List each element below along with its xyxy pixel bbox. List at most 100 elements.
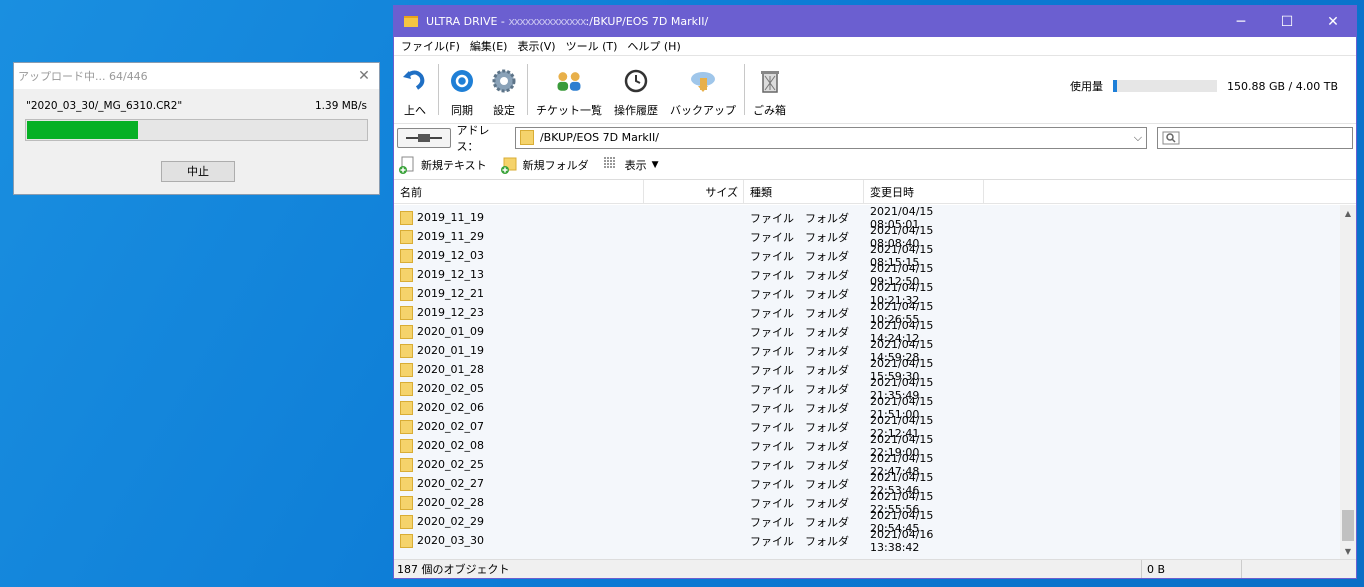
folder-icon — [400, 533, 413, 548]
column-header-modified[interactable]: 変更日時 — [864, 179, 984, 204]
search-icon — [1162, 131, 1180, 144]
address-input[interactable]: /BKUP/EOS 7D MarkII/ ⌵ — [514, 126, 1147, 149]
folder-icon — [400, 267, 413, 282]
backup-button[interactable]: バックアップ — [664, 56, 742, 123]
back-button[interactable] — [397, 127, 451, 148]
vertical-scrollbar[interactable]: ▲ ▼ — [1340, 205, 1356, 559]
table-row[interactable]: 2020_03_30 ファイル フォルダ 2021/04/16 13:38:42 — [394, 528, 1340, 554]
menu-tools[interactable]: ツール (T) — [561, 38, 623, 54]
close-window-icon[interactable]: ✕ — [1310, 6, 1356, 37]
file-name: 2019_12_23 — [417, 306, 484, 319]
sync-button[interactable]: 同期 — [441, 56, 483, 123]
file-name: 2020_02_07 — [417, 420, 484, 433]
file-name: 2019_12_03 — [417, 249, 484, 262]
new-text-button[interactable]: 新規テキスト — [399, 156, 487, 174]
scroll-up-icon[interactable]: ▲ — [1340, 205, 1356, 221]
folder-icon — [400, 229, 413, 244]
close-icon[interactable]: ✕ — [349, 68, 379, 84]
file-name: 2019_11_29 — [417, 230, 484, 243]
file-name-cell: 2020_02_28 — [394, 495, 644, 510]
toolbar-separator — [438, 64, 439, 115]
backup-label: バックアップ — [670, 104, 736, 117]
search-input[interactable] — [1156, 126, 1353, 149]
up-button[interactable]: 上へ — [394, 56, 436, 123]
folder-icon — [400, 438, 413, 453]
upload-dialog: アップロード中... 64/446 ✕ "2020_03_30/_MG_6310… — [13, 62, 380, 195]
column-header-type[interactable]: 種類 — [744, 179, 864, 204]
minimize-icon[interactable]: ─ — [1218, 6, 1264, 37]
file-name: 2020_01_28 — [417, 363, 484, 376]
history-button[interactable]: 操作履歴 — [608, 56, 664, 123]
connector-icon — [405, 133, 442, 142]
usage-bar-fill — [1112, 80, 1117, 92]
chevron-down-icon[interactable]: ⌵ — [1130, 131, 1146, 145]
settings-button[interactable]: 設定 — [483, 56, 525, 123]
file-type-cell: ファイル フォルダ — [750, 249, 849, 263]
file-name: 2020_03_30 — [417, 534, 484, 547]
file-type-cell: ファイル フォルダ — [750, 306, 849, 320]
view-label: 表示 — [624, 158, 647, 172]
menu-edit[interactable]: 編集(E) — [465, 38, 513, 54]
file-name-cell: 2020_01_28 — [394, 362, 644, 377]
trash-button[interactable]: ごみ箱 — [747, 56, 792, 123]
file-name: 2020_02_08 — [417, 439, 484, 452]
tickets-label: チケット一覧 — [536, 104, 602, 117]
ultra-drive-window: ULTRA DRIVE - xxxxxxxxxxxxxx:/BKUP/EOS 7… — [393, 5, 1357, 579]
file-list: 名前 サイズ 種類 変更日時 2019_11_19 ファイル フォルダ 2021/0… — [394, 179, 1356, 559]
up-label: 上へ — [404, 104, 426, 117]
upload-titlebar: アップロード中... 64/446 ✕ — [14, 63, 379, 89]
upload-progress-bar — [25, 119, 368, 141]
storage-usage: 使用量 150.88 GB / 4.00 TB — [1070, 78, 1338, 94]
upload-speed: 1.39 MB/s — [315, 100, 367, 112]
file-type-cell: ファイル フォルダ — [750, 458, 849, 472]
trash-icon — [755, 66, 785, 96]
settings-label: 設定 — [493, 104, 515, 117]
folder-icon — [519, 130, 534, 145]
address-value: /BKUP/EOS 7D MarkII/ — [539, 131, 659, 144]
view-menu-button[interactable]: 表示 ▼ — [603, 156, 659, 174]
folder-icon — [400, 419, 413, 434]
upload-filename: "2020_03_30/_MG_6310.CR2" — [26, 100, 183, 112]
folder-icon — [400, 476, 413, 491]
tickets-button[interactable]: チケット一覧 — [530, 56, 608, 123]
file-date-cell: 2021/04/16 13:38:42 — [870, 527, 934, 554]
file-type-cell: ファイル フォルダ — [750, 230, 849, 244]
menu-help[interactable]: ヘルプ (H) — [622, 38, 685, 54]
file-type-cell: ファイル フォルダ — [750, 344, 849, 358]
file-name: 2020_02_28 — [417, 496, 484, 509]
new-folder-label: 新規フォルダ — [522, 158, 589, 172]
file-rows: 2019_11_19 ファイル フォルダ 2021/04/15 08:05:01 20… — [394, 205, 1340, 559]
maximize-icon[interactable]: ☐ — [1264, 6, 1310, 37]
column-header-size[interactable]: サイズ — [644, 179, 744, 204]
address-label: アドレス： — [456, 123, 490, 153]
menu-view[interactable]: 表示(V) — [512, 38, 560, 54]
file-type-cell: ファイル フォルダ — [750, 439, 849, 453]
file-type-cell: ファイル フォルダ — [750, 268, 849, 282]
stop-button[interactable]: 中止 — [161, 161, 235, 182]
folder-icon — [400, 305, 413, 320]
scroll-down-icon[interactable]: ▼ — [1340, 543, 1356, 559]
cloud-backup-icon — [688, 66, 718, 96]
window-title: ULTRA DRIVE - xxxxxxxxxxxxxx:/BKUP/EOS 7… — [426, 15, 1218, 28]
file-type-cell: ファイル フォルダ — [750, 420, 849, 434]
address-bar: アドレス： /BKUP/EOS 7D MarkII/ ⌵ — [394, 123, 1356, 153]
menu-file[interactable]: ファイル(F) — [396, 38, 465, 54]
file-name-cell: 2019_12_23 — [394, 305, 644, 320]
file-name: 2020_01_19 — [417, 344, 484, 357]
file-name: 2020_02_06 — [417, 401, 484, 414]
gear-icon — [489, 66, 519, 96]
file-name-cell: 2020_01_09 — [394, 324, 644, 339]
toolbar: 上へ 同期 設定 チケット一覧 操作履歴 バックアップ ごみ箱 使用量 150.… — [394, 56, 1356, 124]
file-name: 2020_02_25 — [417, 458, 484, 471]
column-header-name[interactable]: 名前 — [394, 179, 644, 204]
window-titlebar: ULTRA DRIVE - xxxxxxxxxxxxxx:/BKUP/EOS 7… — [394, 6, 1356, 37]
menu-bar: ファイル(F) 編集(E) 表示(V) ツール (T) ヘルプ (H) — [394, 37, 1356, 56]
new-folder-button[interactable]: 新規フォルダ — [500, 156, 589, 174]
scrollbar-thumb[interactable] — [1342, 510, 1354, 541]
toolbar-separator — [527, 64, 528, 115]
folder-icon — [400, 286, 413, 301]
file-name: 2019_12_13 — [417, 268, 484, 281]
folder-icon — [400, 514, 413, 529]
window-title-prefix: ULTRA DRIVE - — [426, 15, 509, 28]
file-type-cell: ファイル フォルダ — [750, 534, 849, 548]
